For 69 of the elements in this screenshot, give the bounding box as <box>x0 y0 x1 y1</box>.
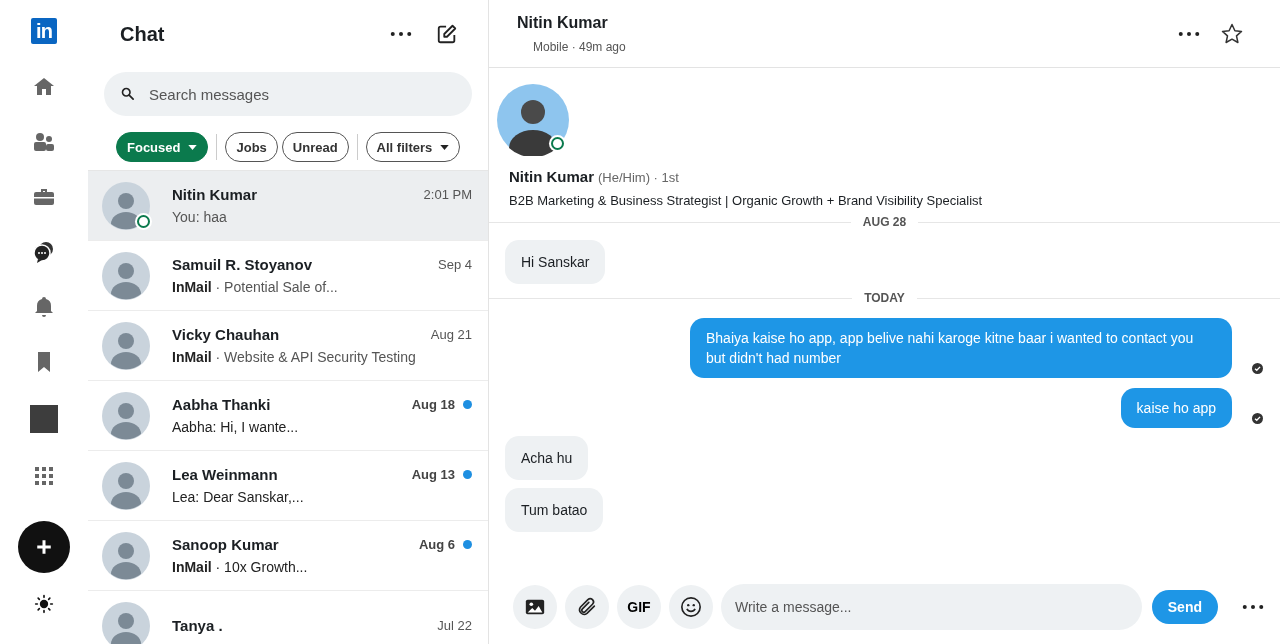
message-preview: Aabha: Hi, I wante... <box>172 419 300 435</box>
date-divider: TODAY <box>864 291 905 305</box>
contact-name: Tanya . <box>172 617 224 634</box>
message-time: 2:01 PM <box>423 187 472 202</box>
gif-button[interactable]: GIF <box>617 585 661 629</box>
chat-bubbles-icon[interactable] <box>32 240 56 264</box>
grid-icon[interactable] <box>32 464 56 488</box>
filter-chip[interactable]: Focused <box>116 132 209 162</box>
search-field[interactable]: Search messages <box>104 72 472 116</box>
profile-avatar-icon[interactable] <box>497 84 569 156</box>
paperclip-icon <box>576 596 598 618</box>
chat-title: Chat <box>120 22 166 46</box>
filter-chip[interactable]: Jobs <box>225 132 278 162</box>
message-preview: Lea: Dear Sanskar,... <box>172 489 305 505</box>
message-preview: InMail · Website & API Security Testing <box>172 349 417 365</box>
conversation-item[interactable]: Nitin Kumar 2:01 PM You: haa <box>88 171 488 241</box>
contact-name: Samuil R. Stoyanov <box>172 256 314 273</box>
caret-icon <box>440 144 450 150</box>
message-preview: InMail · 10x Growth... <box>172 559 309 575</box>
contact-status: Mobile · 49m ago <box>532 39 627 54</box>
more-icon[interactable] <box>1178 30 1200 37</box>
conversation-item[interactable]: Sanoop Kumar Aug 6 InMail · 10x Growth... <box>88 521 488 591</box>
star-icon[interactable] <box>1220 21 1244 46</box>
date-divider: AUG 28 <box>862 215 907 229</box>
conversation-item[interactable]: Lea Weinmann Aug 13 Lea: Dear Sanskar,... <box>88 451 488 521</box>
message-time: Jul 22 <box>437 618 472 633</box>
more-icon[interactable] <box>1242 604 1264 610</box>
smiley-icon <box>680 596 702 618</box>
message-time: Aug 21 <box>430 327 472 342</box>
contact-name: Sanoop Kumar <box>172 536 280 553</box>
profile-name[interactable]: Nitin Kumar <box>509 168 594 185</box>
sun-icon[interactable] <box>34 594 54 614</box>
image-button[interactable] <box>513 585 557 629</box>
message-time: Aug 6 <box>418 537 455 552</box>
received-message: Tum batao <box>505 488 604 532</box>
conversation-item[interactable]: Aabha Thanki Aug 18 Aabha: Hi, I wante... <box>88 381 488 451</box>
sent-message: Bhaiya kaise ho app, app belive nahi karoge kitne baar i wanted to contact you but didn't had number <box>690 318 1232 378</box>
more-icon[interactable] <box>390 31 412 37</box>
message-preview: You: haa <box>172 209 228 225</box>
message-input[interactable]: Write a message... <box>721 584 1142 630</box>
conversation-item[interactable]: Samuil R. Stoyanov Sep 4 InMail · Potential Sale of... <box>88 241 488 311</box>
received-message: Hi Sanskar <box>505 240 606 284</box>
filter-chip[interactable]: All filters <box>365 132 461 162</box>
profile-pronouns: (He/Him) · 1st <box>598 170 679 185</box>
add-button[interactable] <box>18 521 70 573</box>
caret-icon <box>188 144 198 150</box>
search-icon <box>120 86 135 101</box>
message-time: Aug 18 <box>411 397 455 412</box>
contact-name[interactable]: Nitin Kumar <box>517 13 1158 32</box>
message-time: Sep 4 <box>438 257 472 272</box>
contact-name: Nitin Kumar <box>172 186 258 203</box>
conversation-item[interactable]: Vicky Chauhan Aug 21 InMail · Website & API Security Testing <box>88 311 488 381</box>
compose-icon[interactable] <box>436 23 458 45</box>
logo-icon[interactable]: in <box>31 18 57 44</box>
plus-icon <box>35 538 53 556</box>
message-time: Aug 13 <box>411 467 455 482</box>
message-preview: InMail · Potential Sale of... <box>172 279 339 295</box>
contact-name: Vicky Chauhan <box>172 326 281 343</box>
people-icon[interactable] <box>32 130 56 154</box>
filter-chip[interactable]: Unread <box>281 132 349 162</box>
profile-headline: B2B Marketing & Business Strategist | Organic Growth + Brand Visibility Specialist <box>509 193 984 208</box>
conversation-item[interactable]: Tanya . Jul 22 <box>88 591 488 644</box>
sent-message: kaise ho app <box>1120 388 1232 428</box>
contact-name: Aabha Thanki <box>172 396 272 413</box>
received-message: Acha hu <box>505 436 589 480</box>
avatar-icon <box>102 181 150 230</box>
contact-name: Lea Weinmann <box>172 466 279 483</box>
emoji-button[interactable] <box>669 585 713 629</box>
attach-button[interactable] <box>565 585 609 629</box>
